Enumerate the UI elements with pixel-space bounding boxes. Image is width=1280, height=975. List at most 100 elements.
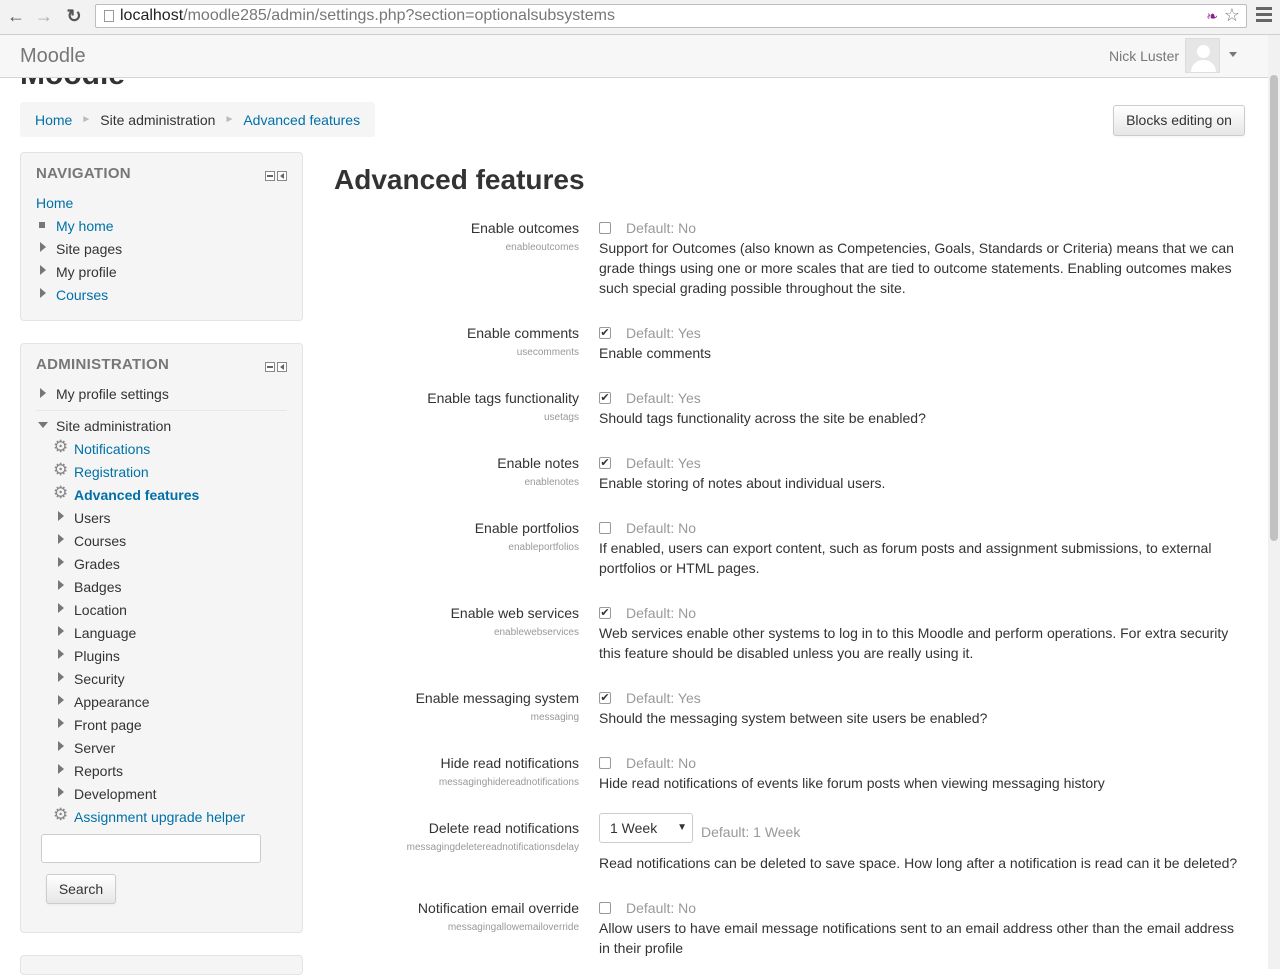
admin-reports[interactable]: Reports bbox=[74, 763, 123, 779]
admin-assignment-upgrade-helper[interactable]: Assignment upgrade helper bbox=[74, 809, 245, 825]
expand-arrow-icon[interactable] bbox=[58, 511, 64, 521]
breadcrumb-home[interactable]: Home bbox=[35, 112, 72, 128]
admin-language[interactable]: Language bbox=[74, 625, 136, 641]
minimize-icon[interactable] bbox=[265, 171, 275, 181]
url-text: localhost/moodle285/admin/settings.php?s… bbox=[120, 7, 615, 24]
expand-arrow-icon[interactable] bbox=[40, 242, 46, 252]
browser-menu-icon[interactable] bbox=[1256, 7, 1272, 25]
page-scrollbar[interactable] bbox=[1268, 35, 1280, 969]
admin-grades[interactable]: Grades bbox=[74, 556, 120, 572]
admin-development[interactable]: Development bbox=[74, 786, 157, 802]
nav-my-home[interactable]: My home bbox=[56, 218, 114, 234]
breadcrumb-site-admin[interactable]: Site administration bbox=[100, 112, 215, 128]
default-value: Default: Yes bbox=[626, 455, 701, 471]
expand-arrow-icon[interactable] bbox=[58, 580, 64, 590]
setting-label-messaging: Enable messaging system bbox=[415, 690, 579, 706]
expand-arrow-icon[interactable] bbox=[58, 603, 64, 613]
user-name[interactable]: Nick Luster bbox=[1109, 48, 1179, 64]
checkbox-enableportfolios[interactable] bbox=[599, 522, 611, 534]
forward-icon[interactable]: → bbox=[34, 6, 54, 26]
admin-appearance[interactable]: Appearance bbox=[74, 694, 150, 710]
checkbox-messagingallowemailoverride[interactable] bbox=[599, 902, 611, 914]
select-value: 1 Week bbox=[610, 820, 658, 836]
admin-server[interactable]: Server bbox=[74, 740, 115, 756]
checkbox-enablenotes[interactable]: ✔ bbox=[599, 457, 611, 469]
setting-label-enableoutcomes: Enable outcomes bbox=[470, 220, 579, 236]
gear-icon: ⚙ bbox=[53, 460, 69, 479]
admin-courses[interactable]: Courses bbox=[74, 533, 126, 549]
setting-key-messaging: messaging bbox=[530, 712, 579, 723]
admin-front-page[interactable]: Front page bbox=[74, 717, 142, 733]
nav-my-profile[interactable]: My profile bbox=[56, 264, 117, 280]
expand-arrow-icon[interactable] bbox=[58, 695, 64, 705]
checkbox-enablewebservices[interactable]: ✔ bbox=[599, 607, 611, 619]
admin-plugins[interactable]: Plugins bbox=[74, 648, 120, 664]
checkbox-usetags[interactable]: ✔ bbox=[599, 392, 611, 404]
expand-arrow-icon[interactable] bbox=[40, 288, 46, 298]
next-block-edge bbox=[20, 955, 303, 975]
expand-arrow-icon[interactable] bbox=[58, 741, 64, 751]
delete-read-notifications-select[interactable]: 1 Week ▼ bbox=[599, 813, 693, 843]
page-icon bbox=[104, 10, 114, 22]
block-controls bbox=[263, 359, 287, 375]
setting-description: Enable storing of notes about individual… bbox=[599, 475, 886, 491]
admin-search-button[interactable]: Search bbox=[46, 874, 116, 904]
setting-key-messagingallowemailoverride: messagingallowemailoverride bbox=[447, 922, 579, 933]
expand-arrow-icon[interactable] bbox=[58, 787, 64, 797]
checkbox-messaging[interactable]: ✔ bbox=[599, 692, 611, 704]
block-controls bbox=[263, 168, 287, 184]
expand-arrow-icon[interactable] bbox=[58, 672, 64, 682]
scrollbar-thumb[interactable] bbox=[1270, 75, 1278, 541]
expand-arrow-icon[interactable] bbox=[58, 557, 64, 567]
checkbox-usecomments[interactable]: ✔ bbox=[599, 327, 611, 339]
admin-location[interactable]: Location bbox=[74, 602, 127, 618]
expand-arrow-icon[interactable] bbox=[58, 764, 64, 774]
default-value: Default: No bbox=[626, 900, 697, 916]
admin-notifications[interactable]: Notifications bbox=[74, 441, 150, 457]
expand-arrow-icon[interactable] bbox=[58, 626, 64, 636]
expand-arrow-icon[interactable] bbox=[40, 388, 46, 398]
admin-security[interactable]: Security bbox=[74, 671, 125, 687]
admin-users[interactable]: Users bbox=[74, 510, 111, 526]
browser-toolbar: ← → ↻ localhost/moodle285/admin/settings… bbox=[0, 0, 1280, 35]
setting-description: Read notifications can be deleted to sav… bbox=[599, 855, 1238, 871]
dock-icon[interactable] bbox=[277, 362, 287, 372]
default-value: Default: 1 Week bbox=[701, 824, 801, 840]
bookmark-star-icon[interactable]: ☆ bbox=[1224, 5, 1240, 26]
back-icon[interactable]: ← bbox=[6, 6, 26, 26]
admin-search-input[interactable] bbox=[41, 834, 261, 863]
site-brand[interactable]: Moodle bbox=[20, 45, 86, 68]
nav-courses[interactable]: Courses bbox=[56, 287, 108, 303]
nav-home[interactable]: Home bbox=[36, 195, 73, 211]
admin-site-administration[interactable]: Site administration bbox=[56, 418, 171, 434]
default-value: Default: No bbox=[626, 755, 697, 771]
checkbox-messaginghidereadnotifications[interactable] bbox=[599, 757, 611, 769]
expand-arrow-icon[interactable] bbox=[58, 718, 64, 728]
expand-arrow-icon[interactable] bbox=[58, 649, 64, 659]
avatar[interactable] bbox=[1185, 38, 1220, 73]
setting-key-enableportfolios: enableportfolios bbox=[508, 542, 579, 553]
admin-my-profile-settings[interactable]: My profile settings bbox=[56, 386, 169, 402]
collapse-arrow-icon[interactable] bbox=[38, 422, 48, 428]
expand-arrow-icon[interactable] bbox=[58, 534, 64, 544]
breadcrumb-advanced-features[interactable]: Advanced features bbox=[243, 112, 360, 128]
breadcrumb-separator-icon: ► bbox=[81, 114, 92, 125]
nav-site-pages[interactable]: Site pages bbox=[56, 241, 122, 257]
setting-description: Web services enable other systems to log… bbox=[599, 625, 1229, 661]
admin-advanced-features-active[interactable]: Advanced features bbox=[74, 487, 199, 503]
blocks-editing-button[interactable]: Blocks editing on bbox=[1113, 105, 1245, 136]
default-value: Default: No bbox=[626, 220, 697, 236]
navigation-block: NAVIGATION Home My home Site pages My pr… bbox=[20, 152, 303, 321]
extension-feather-icon[interactable]: ❧ bbox=[1206, 8, 1218, 25]
reload-icon[interactable]: ↻ bbox=[64, 6, 84, 26]
expand-arrow-icon[interactable] bbox=[40, 265, 46, 275]
admin-registration[interactable]: Registration bbox=[74, 464, 149, 480]
user-menu-caret-icon[interactable] bbox=[1229, 52, 1237, 57]
checkbox-enableoutcomes[interactable] bbox=[599, 222, 611, 234]
address-bar[interactable]: localhost/moodle285/admin/settings.php?s… bbox=[95, 4, 1247, 28]
dock-icon[interactable] bbox=[277, 171, 287, 181]
minimize-icon[interactable] bbox=[265, 362, 275, 372]
setting-description: Should the messaging system between site… bbox=[599, 710, 988, 726]
setting-description: Support for Outcomes (also known as Comp… bbox=[599, 240, 1234, 296]
admin-badges[interactable]: Badges bbox=[74, 579, 121, 595]
